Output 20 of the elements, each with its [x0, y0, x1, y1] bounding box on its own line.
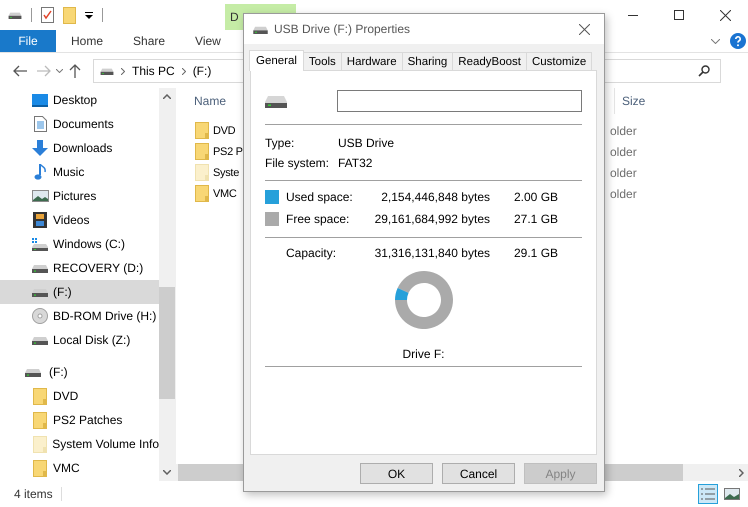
file-type: older: [610, 124, 637, 138]
space-bytes: 29,161,684,992 bytes: [374, 212, 490, 226]
property-label: Type:: [265, 136, 296, 150]
capacity-size: 29.1 GB: [514, 246, 558, 260]
property-label: File system:: [265, 156, 330, 170]
drive-label: Drive F:: [402, 347, 444, 361]
property-value: FAT32: [338, 156, 372, 170]
file-type: older: [610, 166, 637, 180]
file-type: older: [610, 186, 637, 200]
space-size: 2.00 GB: [514, 190, 558, 204]
file-type: older: [610, 144, 637, 158]
dialog-title: USB Drive (F:) Properties: [274, 22, 410, 36]
capacity-label: Capacity:: [286, 246, 338, 260]
property-value: USB Drive: [338, 136, 394, 150]
space-label: Used space:: [286, 190, 354, 204]
space-size: 27.1 GB: [514, 212, 558, 226]
space-label: Free space:: [286, 212, 350, 226]
capacity-bytes: 31,316,131,840 bytes: [374, 246, 490, 260]
item-count: 4 items: [14, 487, 62, 501]
space-bytes: 2,154,446,848 bytes: [380, 190, 490, 204]
